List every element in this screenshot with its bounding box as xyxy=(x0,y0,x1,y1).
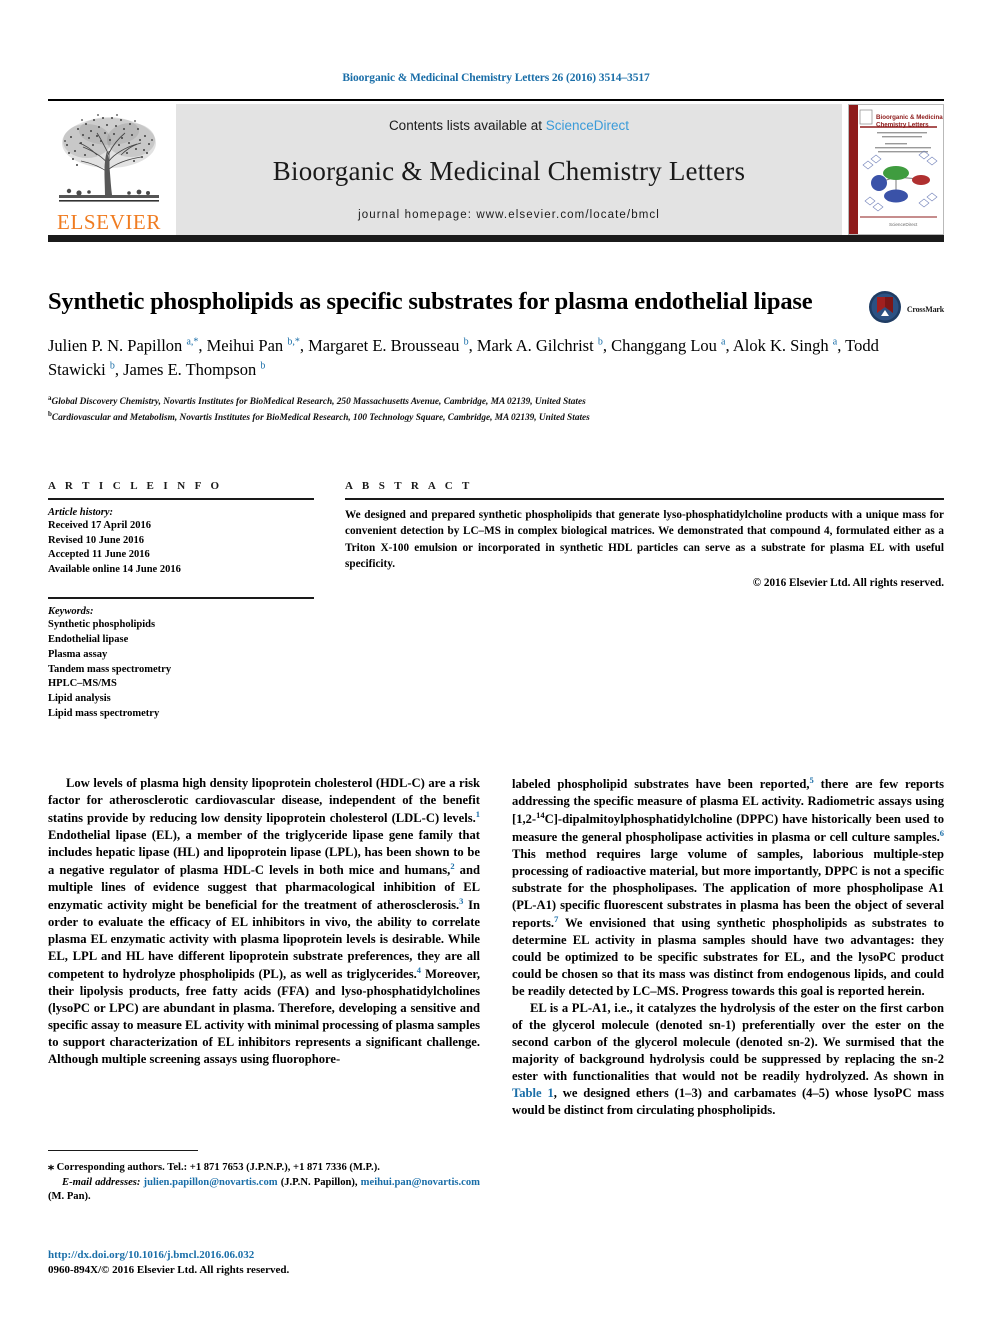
masthead-bottom-rule xyxy=(48,235,944,242)
journal-cover-thumbnail: Bioorganic & Medicinal Chemistry Letters xyxy=(848,104,944,235)
history-received: Received 17 April 2016 xyxy=(48,519,151,531)
masthead-row: ELSEVIER Contents lists available at Sci… xyxy=(48,104,944,235)
abstract-rule xyxy=(345,498,944,500)
journal-band: Contents lists available at ScienceDirec… xyxy=(176,104,842,235)
keywords-rule xyxy=(48,597,314,599)
contents-lists-line: Contents lists available at ScienceDirec… xyxy=(389,118,629,133)
svg-text:ScienceDirect: ScienceDirect xyxy=(889,222,918,227)
affiliation-a-text: Global Discovery Chemistry, Novartis Ins… xyxy=(51,396,586,407)
abstract-heading: A B S T R A C T xyxy=(345,480,473,492)
keyword-item: Lipid mass spectrometry xyxy=(48,708,160,720)
masthead-top-rule xyxy=(48,99,944,101)
keyword-item: Synthetic phospholipids xyxy=(48,618,156,630)
column-gap xyxy=(314,480,345,722)
corresponding-author-note: ⁎ Corresponding authors. Tel.: +1 871 76… xyxy=(48,1159,380,1173)
journal-homepage-line[interactable]: journal homepage: www.elsevier.com/locat… xyxy=(358,209,660,221)
body-paragraph-left-1: Low levels of plasma high density lipopr… xyxy=(48,776,480,1066)
article-info-column: A R T I C L E I N F O Article history: R… xyxy=(48,480,314,722)
elsevier-wordmark: ELSEVIER xyxy=(57,210,161,234)
journal-title: Bioorganic & Medicinal Chemistry Letters xyxy=(272,155,746,186)
keyword-item: Tandem mass spectrometry xyxy=(48,663,172,675)
keyword-item: Endothelial lipase xyxy=(48,633,129,645)
doi-block: http://dx.doi.org/10.1016/j.bmcl.2016.06… xyxy=(48,1248,548,1278)
affiliations: aGlobal Discovery Chemistry, Novartis In… xyxy=(48,393,944,425)
crossmark-badge[interactable]: CrossMark xyxy=(868,290,944,329)
footnote-block: ⁎ Corresponding authors. Tel.: +1 871 76… xyxy=(48,1150,480,1205)
info-abstract-section: A R T I C L E I N F O Article history: R… xyxy=(48,480,944,722)
keywords-list: Synthetic phospholipids Endothelial lipas… xyxy=(48,618,314,722)
affiliation-b-text: Cardiovascular and Metabolism, Novartis … xyxy=(51,413,590,424)
keywords-label: Keywords: xyxy=(48,605,94,617)
svg-text:Bioorganic & Medicinal: Bioorganic & Medicinal xyxy=(876,114,943,121)
article-info-heading: A R T I C L E I N F O xyxy=(48,480,223,492)
body-column-right: labeled phospholipid substrates have bee… xyxy=(512,775,944,1119)
issn-copyright-line: 0960-894X/© 2016 Elsevier Ltd. All right… xyxy=(48,1263,290,1276)
keyword-item: HPLC–MS/MS xyxy=(48,678,117,690)
contents-prefix: Contents lists available at xyxy=(388,118,546,133)
article-info-rule xyxy=(48,498,314,500)
svg-text:Chemistry Letters: Chemistry Letters xyxy=(876,122,929,129)
article-history-label: Article history: xyxy=(48,506,114,518)
history-accepted: Accepted 11 June 2016 xyxy=(48,549,150,561)
doi-link[interactable]: http://dx.doi.org/10.1016/j.bmcl.2016.06… xyxy=(48,1248,548,1263)
history-revised: Revised 10 June 2016 xyxy=(48,534,144,546)
abstract-text: We designed and prepared synthetic phosp… xyxy=(345,508,944,571)
author-list: Julien P. N. Papillon a,*, Meihui Pan b,… xyxy=(48,335,879,379)
body-paragraph-right-2: EL is a PL-A1, i.e., it catalyzes the hy… xyxy=(512,1000,944,1117)
body-column-left: Low levels of plasma high density lipopr… xyxy=(48,775,480,1119)
crossmark-label: CrossMark xyxy=(906,305,944,314)
journal-masthead: ELSEVIER Contents lists available at Sci… xyxy=(48,99,944,242)
body-column-gap xyxy=(480,775,512,1119)
keyword-item: Plasma assay xyxy=(48,648,108,660)
elsevier-tree-icon xyxy=(53,107,165,211)
sciencedirect-link[interactable]: ScienceDirect xyxy=(546,118,629,133)
abstract-copyright: © 2016 Elsevier Ltd. All rights reserved… xyxy=(752,576,944,589)
affiliation-a: aGlobal Discovery Chemistry, Novartis In… xyxy=(48,393,586,407)
page-title: Synthetic phospholipids as specific subs… xyxy=(48,288,813,315)
keyword-item: Lipid analysis xyxy=(48,693,111,705)
body-columns: Low levels of plasma high density lipopr… xyxy=(48,775,944,1119)
abstract-column: A B S T R A C T We designed and prepared… xyxy=(345,480,944,722)
title-block: Synthetic phospholipids as specific subs… xyxy=(48,288,944,425)
body-paragraph-right-1: labeled phospholipid substrates have bee… xyxy=(512,775,944,998)
running-head: Bioorganic & Medicinal Chemistry Letters… xyxy=(342,72,650,84)
history-available-online: Available online 14 June 2016 xyxy=(48,564,181,576)
footnote-rule xyxy=(48,1150,198,1151)
email-addresses-note[interactable]: E-mail addresses: julien.papillon@novart… xyxy=(48,1176,480,1205)
elsevier-logo: ELSEVIER xyxy=(48,104,170,235)
article-page: Bioorganic & Medicinal Chemistry Letters… xyxy=(0,0,992,1323)
crossmark-icon xyxy=(868,290,902,329)
affiliation-b: bCardiovascular and Metabolism, Novartis… xyxy=(48,409,590,424)
